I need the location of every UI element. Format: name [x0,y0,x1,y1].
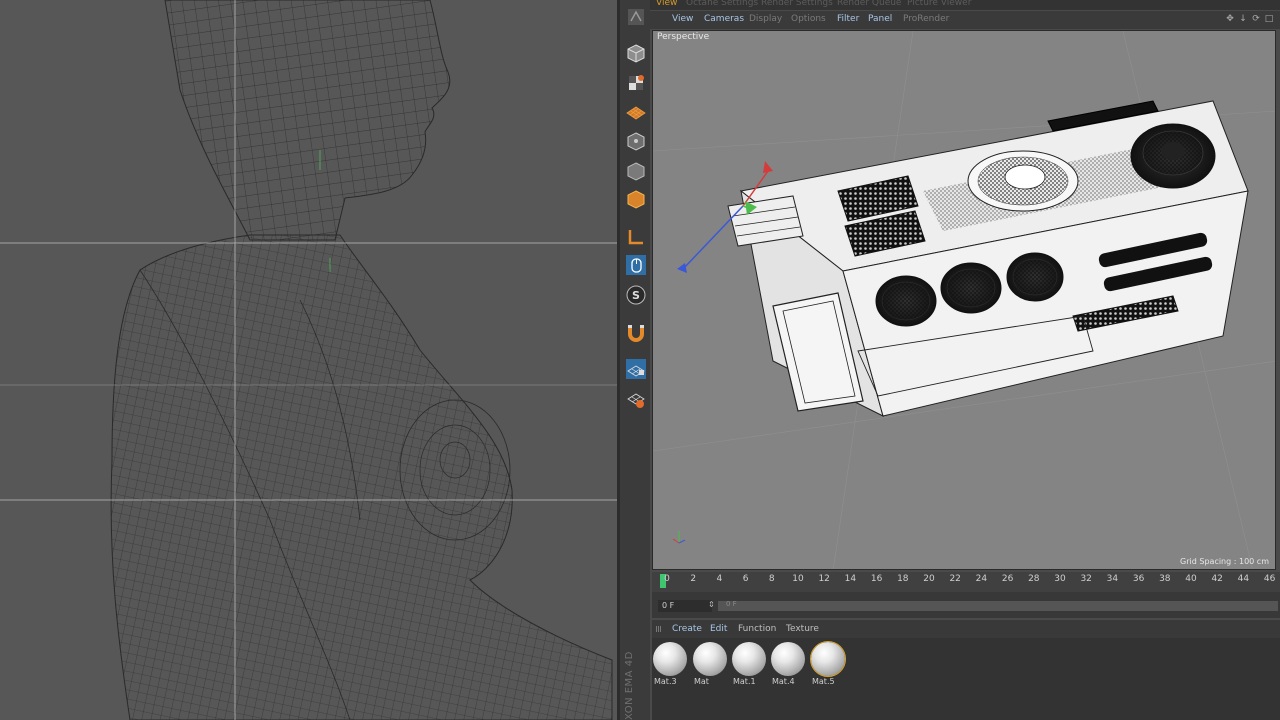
viewport-menu-bar: View Cameras Display Options Filter Pane… [650,11,1280,29]
material-preview-ball [653,642,687,676]
menu-octane-settings[interactable]: Octane Settings [686,0,758,8]
snap-icon[interactable]: S [623,282,648,307]
layout-menu-bar: View Octane Settings Render Settings Ren… [650,0,1280,10]
cube-icon[interactable] [623,40,648,65]
menu-render-settings[interactable]: Render Settings [761,0,833,8]
material-preview-ball [810,641,846,677]
frame-stepper-icon[interactable]: ⇕ [708,600,715,609]
material-preview-ball [771,642,805,676]
grid-lock-icon[interactable] [623,356,648,381]
reference-viewport[interactable] [0,0,617,720]
mouse-icon[interactable] [623,252,648,277]
material-menu-function[interactable]: Function [738,624,776,634]
menu-render-queue[interactable]: Render Queue [837,0,901,8]
frame-range-slider[interactable]: 0 F [718,600,1278,611]
timeline-tick-label: 20 [923,574,935,584]
menu-view-tab[interactable]: View [656,0,677,8]
menu-picture-viewer[interactable]: Picture Viewer [907,0,971,8]
workplane-icon[interactable] [623,386,648,411]
tool-palette: S [620,0,650,720]
maximize-view-icon[interactable]: □ [1264,14,1274,24]
timeline-tick-label: 28 [1028,574,1040,584]
material-name: Mat.4 [772,677,795,686]
checker-icon[interactable] [623,70,648,95]
timeline-tick-label: 22 [949,574,961,584]
timeline-tick-label: 26 [1001,574,1014,584]
timeline-tick-label: 42 [1211,574,1223,584]
timeline-tick-label: 38 [1159,574,1171,584]
timeline-tick-label: 44 [1237,574,1250,584]
plane-icon[interactable] [623,98,648,123]
viewport-menu-cameras[interactable]: Cameras [704,14,744,24]
material-manager: Create Edit Function Texture Mat.3 Mat M… [652,620,1280,720]
viewport-menu-panel[interactable]: Panel [868,14,892,24]
timeline-ruler[interactable]: 0 2 4 6 8 10 12 14 16 18 20 22 24 26 28 30 32 34 36 38 40 42 4… [652,572,1280,592]
perspective-viewport[interactable]: Perspective Grid Spacing : 100 cm [652,30,1276,570]
timeline-tick-label: 46 [1263,574,1276,584]
rotate-view-icon[interactable]: ⟳ [1251,14,1261,24]
material-name: Mat.3 [654,677,677,686]
viewport-menu-options[interactable]: Options [791,14,826,24]
polygon-icon[interactable] [623,128,648,153]
svg-text:S: S [632,289,640,302]
material-swatch[interactable]: Mat.1 [731,642,767,686]
material-name: Mat.5 [812,677,835,686]
material-preview-ball [732,642,766,676]
timeline-tick-label: 10 [792,574,804,584]
material-swatch-selected[interactable]: Mat.5 [810,641,846,686]
orange-box-icon[interactable] [623,186,648,211]
viewport-menu-view[interactable]: View [672,14,693,24]
timeline-tick-label: 8 [768,574,775,584]
viewport-nav-icons: ✥ ↓ ⟳ □ [1225,14,1274,24]
timeline-tick-label: 0 [664,574,670,584]
grid-spacing-readout: Grid Spacing : 100 cm [1180,557,1269,566]
material-swatch[interactable]: Mat [692,642,728,686]
viewport-label: Perspective [657,32,710,42]
frame-controls: 0 F ⇕ 0 F [652,592,1280,618]
material-swatch[interactable]: Mat.3 [652,642,688,686]
material-menu-create[interactable]: Create [672,624,702,634]
timeline-tick-label: 36 [1132,574,1145,584]
boombox-model [653,31,1275,569]
timeline-tick-label: 16 [870,574,883,584]
timeline-tick-label: 32 [1080,574,1092,584]
material-swatch[interactable]: Mat.4 [770,642,806,686]
material-menu-edit[interactable]: Edit [710,624,727,634]
magnet-icon[interactable] [623,320,648,345]
zoom-view-icon[interactable]: ↓ [1238,14,1248,24]
timeline-tick-label: 34 [1106,574,1119,584]
logo-icon [623,4,648,29]
timeline-tick-label: 2 [690,574,697,584]
timeline-tick-label: 18 [897,574,909,584]
material-name: Mat.1 [733,677,756,686]
material-menu-bar: Create Edit Function Texture [652,620,1280,638]
viewport-menu-prorender[interactable]: ProRender [903,14,949,24]
female-wireframe-mesh [0,0,617,720]
current-frame-field[interactable]: 0 F [658,600,712,612]
material-preview-ball [693,642,727,676]
frame-slider-label: 0 F [726,600,737,608]
move-view-icon[interactable]: ✥ [1225,14,1235,24]
timeline-tick-label: 30 [1054,574,1066,584]
material-menu-texture[interactable]: Texture [786,624,819,634]
panel-grip-icon[interactable] [656,626,662,632]
material-name: Mat [694,677,709,686]
viewport-menu-filter[interactable]: Filter [837,14,859,24]
timeline-tick-label: 6 [742,574,749,584]
box-icon[interactable] [623,158,648,183]
viewport-menu-display[interactable]: Display [749,14,782,24]
vendor-logo-text: XON EMA 4D [624,651,635,720]
axis-icon[interactable] [623,224,648,249]
timeline-tick-label: 4 [716,574,723,584]
timeline-tick-label: 40 [1185,574,1197,584]
timeline-tick-label: 24 [975,574,988,584]
timeline-tick-label: 14 [844,574,857,584]
timeline-tick-label: 12 [818,574,830,584]
